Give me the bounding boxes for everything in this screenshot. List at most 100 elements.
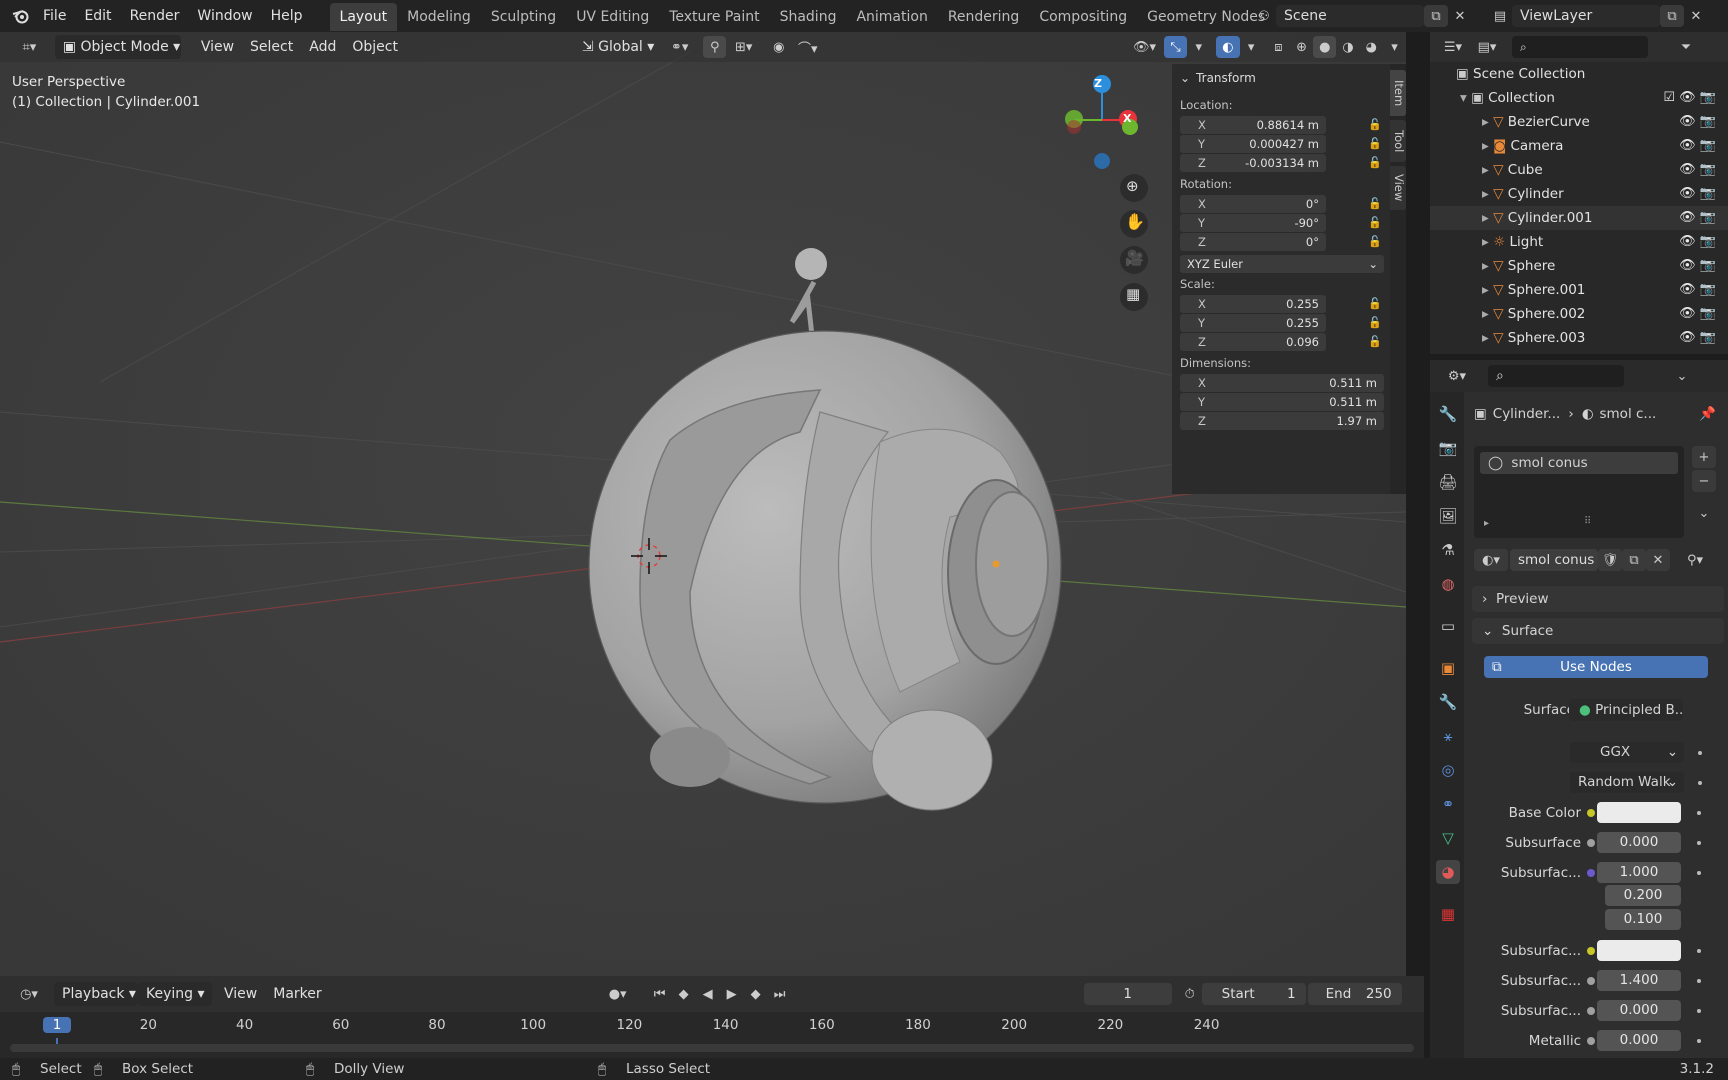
- menu-file[interactable]: File: [34, 0, 75, 32]
- lock-icon[interactable]: 🔓: [1368, 156, 1382, 169]
- display-mode-icon[interactable]: ▤▾: [1470, 36, 1504, 58]
- data-tab-icon[interactable]: ▽: [1436, 826, 1460, 850]
- scene-collection-row[interactable]: ▣ Scene Collection: [1430, 62, 1728, 86]
- viewport-menu-view[interactable]: View: [193, 35, 242, 59]
- physics-tab-icon[interactable]: ◎: [1436, 758, 1460, 782]
- scale-y-field[interactable]: Y 0.255: [1180, 314, 1326, 332]
- shader-input-value[interactable]: 0.000: [1597, 1030, 1681, 1051]
- location-x-field[interactable]: X 0.88614 m: [1180, 116, 1326, 134]
- transform-panel-header[interactable]: ⌄ Transform: [1172, 64, 1390, 92]
- transform-orientation-select[interactable]: ⇲ Global ▾: [574, 35, 662, 59]
- stopwatch-icon[interactable]: ⏱: [1178, 983, 1202, 1005]
- keyframe-dot[interactable]: [1697, 949, 1701, 953]
- start-frame-field[interactable]: Start 1: [1201, 983, 1306, 1005]
- play-icon[interactable]: ▶: [720, 983, 744, 1005]
- outliner-editor-icon[interactable]: ☰▾: [1436, 36, 1470, 58]
- shader-input-value[interactable]: 0.000: [1597, 832, 1681, 853]
- tab-modeling[interactable]: Modeling: [397, 3, 481, 31]
- gizmo-toggle-icon[interactable]: ⤡: [1163, 36, 1188, 58]
- wireframe-shading-icon[interactable]: ⊕: [1290, 36, 1313, 58]
- mode-select[interactable]: ▣ Object Mode ▾: [54, 35, 181, 59]
- properties-editor-icon[interactable]: ⚙▾: [1440, 365, 1474, 387]
- properties-options-icon[interactable]: ⌄: [1670, 365, 1694, 387]
- proportional-edit-icon[interactable]: ◉: [767, 36, 790, 58]
- overlay-menu-icon[interactable]: ▾: [1240, 36, 1263, 58]
- slot-specials-icon[interactable]: ⌄: [1692, 502, 1716, 524]
- surface-shader-select[interactable]: ● Principled B...: [1569, 699, 1683, 721]
- color-swatch[interactable]: [1597, 940, 1681, 961]
- dimensions-x-field[interactable]: X 0.511 m: [1180, 374, 1384, 392]
- item-toggles[interactable]: 👁 📷: [1679, 182, 1716, 206]
- item-toggles[interactable]: 👁 📷: [1679, 302, 1716, 326]
- end-frame-field[interactable]: End 250: [1307, 983, 1402, 1005]
- menu-help[interactable]: Help: [262, 0, 312, 32]
- scale-x-field[interactable]: X 0.255: [1180, 295, 1326, 313]
- outliner-item[interactable]: ▸ ▽ Sphere.002 👁 📷: [1430, 302, 1728, 326]
- lock-icon[interactable]: 🔓: [1368, 137, 1382, 150]
- collection-toggles[interactable]: ☑ 👁 📷: [1663, 86, 1716, 110]
- item-toggles[interactable]: 👁 📷: [1679, 158, 1716, 182]
- item-toggles[interactable]: 👁 📷: [1679, 134, 1716, 158]
- rendered-shading-icon[interactable]: ◕: [1360, 36, 1383, 58]
- lock-icon[interactable]: 🔓: [1368, 118, 1382, 131]
- tab-layout[interactable]: Layout: [329, 3, 398, 31]
- item-toggles[interactable]: 👁 📷: [1679, 326, 1716, 350]
- prev-keyframe-icon[interactable]: ◆: [672, 983, 696, 1005]
- outliner-item[interactable]: ▸ ▽ BezierCurve 👁 📷: [1430, 110, 1728, 134]
- surface-panel-header[interactable]: ⌄ Surface: [1472, 618, 1724, 644]
- keyframe-dot[interactable]: [1698, 781, 1702, 785]
- blender-logo-icon[interactable]: [8, 5, 34, 27]
- playback-menu[interactable]: Playback ▾: [54, 982, 138, 1006]
- render-tab-icon[interactable]: 📷: [1436, 436, 1460, 460]
- filter-icon[interactable]: ⏷: [1674, 36, 1698, 58]
- outliner-item[interactable]: ▸ ☼ Light 👁 📷: [1430, 230, 1728, 254]
- constraints-tab-icon[interactable]: ⚭: [1436, 792, 1460, 816]
- dimensions-y-field[interactable]: Y 0.511 m: [1180, 393, 1384, 411]
- outliner-item[interactable]: ▸ ◙ Camera 👁 📷: [1430, 134, 1728, 158]
- tab-view[interactable]: View: [1390, 166, 1406, 210]
- gizmo-menu-icon[interactable]: ▾: [1187, 36, 1210, 58]
- shader-input-value[interactable]: 0.100: [1605, 909, 1681, 930]
- fake-user-icon[interactable]: 🛡: [1598, 549, 1622, 571]
- jump-start-icon[interactable]: ⏮: [648, 983, 672, 1005]
- browse-material-icon[interactable]: ◐▾: [1474, 549, 1508, 571]
- view-layer-icon[interactable]: ▤: [1488, 5, 1512, 27]
- grid-icon[interactable]: ▦: [1126, 285, 1140, 303]
- record-icon[interactable]: ●▾: [600, 983, 636, 1005]
- properties-search[interactable]: ⌕: [1488, 365, 1624, 387]
- object-tab-icon[interactable]: ▣: [1436, 656, 1460, 680]
- tab-uv-editing[interactable]: UV Editing: [566, 3, 659, 31]
- tab-shading[interactable]: Shading: [770, 3, 847, 31]
- item-toggles[interactable]: 👁 📷: [1679, 110, 1716, 134]
- menu-render[interactable]: Render: [121, 0, 189, 32]
- outliner-item[interactable]: ▸ ▽ Sphere.003 👁 📷: [1430, 326, 1728, 350]
- location-z-field[interactable]: Z -0.003134 m: [1180, 154, 1326, 172]
- add-slot-icon[interactable]: +: [1692, 446, 1716, 468]
- location-y-field[interactable]: Y 0.000427 m: [1180, 135, 1326, 153]
- material-shading-icon[interactable]: ◑: [1336, 36, 1359, 58]
- keyframe-dot[interactable]: [1697, 979, 1701, 983]
- xray-icon[interactable]: ⧈: [1267, 36, 1290, 58]
- pivot-point-icon[interactable]: ⚭▾: [662, 36, 697, 58]
- menu-window[interactable]: Window: [188, 0, 261, 32]
- keyframe-dot[interactable]: [1697, 871, 1701, 875]
- texture-tab-icon[interactable]: ▦: [1436, 902, 1460, 926]
- tab-sculpting[interactable]: Sculpting: [481, 3, 566, 31]
- shader-input-value[interactable]: 0.000: [1597, 1000, 1681, 1021]
- solid-shading-icon[interactable]: ●: [1313, 36, 1337, 58]
- material-tab-icon[interactable]: ◕: [1436, 860, 1460, 884]
- timeline-menu-view[interactable]: View: [216, 982, 265, 1006]
- playhead-frame[interactable]: 1: [43, 1017, 71, 1033]
- new-scene-icon[interactable]: ⧉: [1424, 5, 1448, 27]
- outliner-item[interactable]: ▸ ▽ Cube 👁 📷: [1430, 158, 1728, 182]
- lock-icon[interactable]: 🔓: [1368, 316, 1382, 329]
- keyframe-dot[interactable]: [1698, 751, 1702, 755]
- item-toggles[interactable]: 👁 📷: [1679, 254, 1716, 278]
- output-tab-icon[interactable]: 🖨: [1436, 470, 1460, 494]
- overlay-toggle-icon[interactable]: ◐: [1216, 36, 1240, 58]
- lock-icon[interactable]: 🔓: [1368, 216, 1382, 229]
- falloff-icon[interactable]: ⌒▾: [790, 36, 825, 58]
- material-name-field[interactable]: smol conus: [1510, 549, 1598, 571]
- tab-rendering[interactable]: Rendering: [938, 3, 1030, 31]
- timeline-ruler[interactable]: 1 20 40 60 80 100 120 140 160 180 200 220 240: [0, 1012, 1424, 1058]
